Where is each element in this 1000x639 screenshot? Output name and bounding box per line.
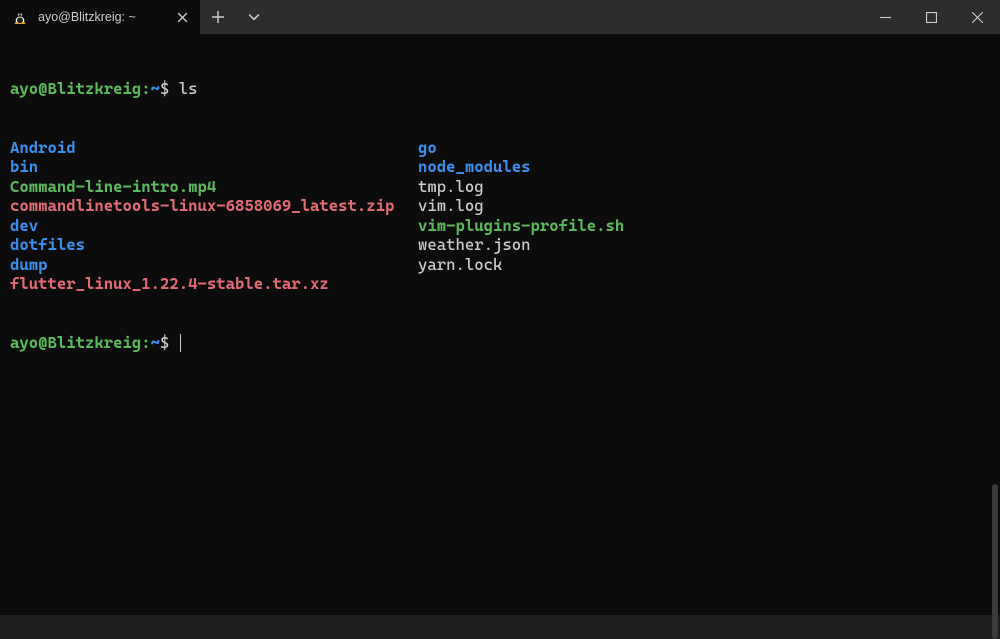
ls-entry: yarn.lock xyxy=(418,255,990,275)
prompt-line-1: ayo@Blitzkreig:~$ ls xyxy=(10,79,990,99)
prompt-user-host: ayo@Blitzkreig xyxy=(10,79,141,98)
ls-entry: commandlinetools-linux-6858069_latest.zi… xyxy=(10,196,418,216)
ls-entry: tmp.log xyxy=(418,177,990,197)
titlebar: ayo@Blitzkreig: ~ xyxy=(0,0,1000,34)
ls-entry: vim-plugins-profile.sh xyxy=(418,216,990,236)
tux-icon xyxy=(12,9,28,25)
prompt-line-2: ayo@Blitzkreig:~$ xyxy=(10,333,990,353)
cursor xyxy=(180,334,181,352)
window-controls xyxy=(862,0,1000,34)
terminal-content[interactable]: ayo@Blitzkreig:~$ ls AndroidbinCommand-l… xyxy=(0,34,1000,615)
titlebar-left: ayo@Blitzkreig: ~ xyxy=(0,0,272,34)
ls-entry: flutter_linux_1.22.4-stable.tar.xz xyxy=(10,274,418,294)
command-text: ls xyxy=(179,79,198,98)
ls-entry: weather.json xyxy=(418,235,990,255)
terminal-tab[interactable]: ayo@Blitzkreig: ~ xyxy=(0,0,200,34)
ls-output: AndroidbinCommand-line-intro.mp4commandl… xyxy=(10,138,990,294)
maximize-button[interactable] xyxy=(908,0,954,34)
tab-dropdown-button[interactable] xyxy=(236,0,272,34)
scrollbar[interactable] xyxy=(992,484,998,639)
ls-entry: vim.log xyxy=(418,196,990,216)
close-window-button[interactable] xyxy=(954,0,1000,34)
ls-entry: dotfiles xyxy=(10,235,418,255)
ls-entry: node_modules xyxy=(418,157,990,177)
minimize-button[interactable] xyxy=(862,0,908,34)
prompt-dollar: $ xyxy=(160,79,169,98)
new-tab-button[interactable] xyxy=(200,0,236,34)
prompt-path: ~ xyxy=(151,79,160,98)
ls-entry: go xyxy=(418,138,990,158)
ls-entry: Android xyxy=(10,138,418,158)
ls-entry: dev xyxy=(10,216,418,236)
tab-title: ayo@Blitzkreig: ~ xyxy=(38,10,164,24)
tab-close-button[interactable] xyxy=(174,9,190,25)
ls-column-1: AndroidbinCommand-line-intro.mp4commandl… xyxy=(10,138,418,294)
ls-entry: dump xyxy=(10,255,418,275)
ls-entry: Command-line-intro.mp4 xyxy=(10,177,418,197)
ls-entry: bin xyxy=(10,157,418,177)
ls-column-2: gonode_modulestmp.logvim.logvim-plugins-… xyxy=(418,138,990,294)
